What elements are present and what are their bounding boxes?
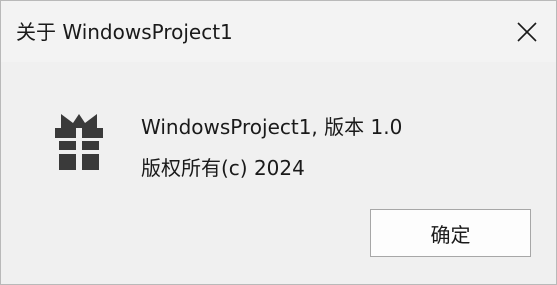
ok-button[interactable]: 确定 [370, 209, 531, 257]
dialog-body: WindowsProject1, 版本 1.0 版权所有(c) 2024 确定 [1, 62, 556, 284]
copyright-text: 版权所有(c) 2024 [141, 156, 305, 180]
gift-icon [55, 114, 103, 170]
about-dialog: 关于 WindowsProject1 WindowsProject1, 版本 1… [0, 0, 557, 285]
window-title: 关于 WindowsProject1 [16, 20, 233, 44]
version-text: WindowsProject1, 版本 1.0 [141, 115, 403, 139]
title-bar[interactable]: 关于 WindowsProject1 [1, 1, 556, 62]
close-icon [517, 21, 537, 42]
close-button[interactable] [498, 1, 556, 62]
